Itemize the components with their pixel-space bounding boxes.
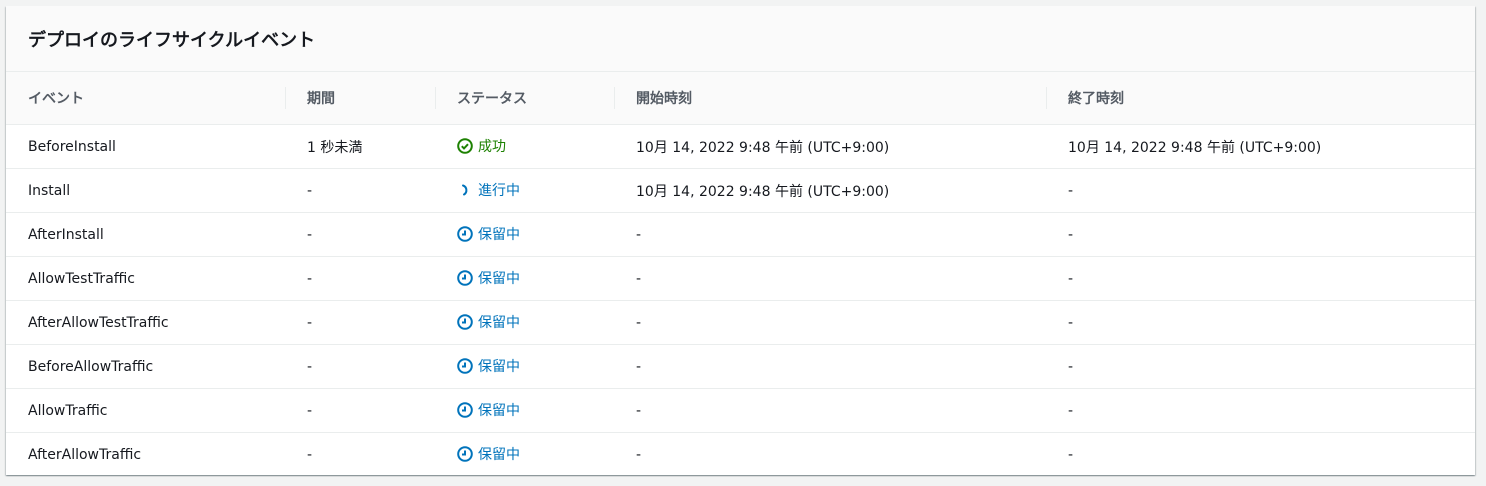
column-header-duration: 期間: [285, 72, 435, 125]
status-badge: 保留中: [457, 312, 520, 332]
status-cell: 進行中: [435, 168, 614, 213]
column-header-status: ステータス: [435, 72, 614, 125]
end-time: 10月 14, 2022 9:48 午前 (UTC+9:00): [1046, 124, 1475, 169]
end-time: -: [1046, 300, 1475, 345]
event-name: Install: [6, 168, 285, 213]
column-header-end-time: 終了時刻: [1046, 72, 1475, 125]
clock-icon: [457, 313, 473, 330]
event-name: AfterAllowTestTraffic: [6, 300, 285, 345]
end-time: -: [1046, 212, 1475, 257]
status-label: 成功: [478, 138, 506, 155]
status-label: 保留中: [478, 226, 520, 243]
check-circle-icon: [457, 137, 473, 154]
start-time: -: [614, 388, 1046, 433]
column-header-start-time: 開始時刻: [614, 72, 1046, 125]
status-badge: 保留中: [457, 224, 520, 244]
status-label: 保留中: [478, 314, 520, 331]
status-cell: 保留中: [435, 300, 614, 345]
event-name: BeforeAllowTraffic: [6, 344, 285, 389]
event-name: AllowTestTraffic: [6, 256, 285, 301]
duration: 1 秒未満: [285, 124, 435, 169]
clock-icon: [457, 445, 473, 462]
status-badge: 進行中: [457, 180, 520, 200]
start-time: -: [614, 300, 1046, 345]
lifecycle-events-panel: デプロイのライフサイクルイベント イベント 期間 ステータス 開始時刻 終了時刻…: [6, 6, 1475, 475]
status-badge: 保留中: [457, 268, 520, 288]
end-time: -: [1046, 256, 1475, 301]
clock-icon: [457, 357, 473, 374]
start-time: 10月 14, 2022 9:48 午前 (UTC+9:00): [614, 168, 1046, 213]
status-badge: 保留中: [457, 356, 520, 376]
status-cell: 保留中: [435, 344, 614, 389]
table-row: Install - 進行中 10月 14, 2022 9:48 午前 (UTC+9:0…: [6, 168, 1475, 213]
start-time: -: [614, 212, 1046, 257]
status-cell: 成功: [435, 124, 614, 169]
start-time: -: [614, 256, 1046, 301]
start-time: 10月 14, 2022 9:48 午前 (UTC+9:00): [614, 124, 1046, 169]
status-badge: 保留中: [457, 444, 520, 464]
duration: -: [285, 168, 435, 213]
table-row: AfterInstall - 保留中 - -: [6, 212, 1475, 257]
event-name: AllowTraffic: [6, 388, 285, 433]
end-time: -: [1046, 168, 1475, 213]
table-row: AllowTestTraffic - 保留中 - -: [6, 256, 1475, 301]
status-cell: 保留中: [435, 433, 614, 477]
lifecycle-events-table: イベント 期間 ステータス 開始時刻 終了時刻 BeforeInstall 1 秒…: [6, 72, 1475, 476]
duration: -: [285, 388, 435, 433]
status-cell: 保留中: [435, 212, 614, 257]
end-time: -: [1046, 388, 1475, 433]
end-time: -: [1046, 344, 1475, 389]
status-label: 保留中: [478, 270, 520, 287]
clock-icon: [457, 269, 473, 286]
status-cell: 保留中: [435, 256, 614, 301]
end-time: -: [1068, 446, 1074, 463]
table-row: AfterAllowTraffic - 保留中 - -: [6, 433, 1475, 477]
status-badge: 保留中: [457, 400, 520, 420]
panel-title: デプロイのライフサイクルイベント: [28, 29, 316, 51]
status-label: 保留中: [478, 402, 520, 419]
event-name: AfterInstall: [6, 212, 285, 257]
clock-icon: [457, 401, 473, 418]
table-row: BeforeAllowTraffic - 保留中 - -: [6, 344, 1475, 389]
duration: -: [285, 344, 435, 389]
status-label: 保留中: [478, 358, 520, 375]
table-header-row: イベント 期間 ステータス 開始時刻 終了時刻: [6, 72, 1475, 125]
duration: -: [285, 212, 435, 257]
clock-icon: [457, 225, 473, 242]
duration: -: [307, 446, 313, 463]
event-name: BeforeInstall: [6, 124, 285, 169]
table-row: BeforeInstall 1 秒未満 成功 10月 14, 2022 9:48 午前…: [6, 124, 1475, 169]
status-label: 進行中: [478, 182, 520, 199]
start-time: -: [636, 446, 642, 463]
status-badge: 成功: [457, 136, 506, 156]
panel-header: デプロイのライフサイクルイベント: [6, 6, 1475, 72]
column-header-event: イベント: [6, 72, 285, 125]
table-row: AllowTraffic - 保留中 - -: [6, 388, 1475, 433]
event-name: AfterAllowTraffic: [28, 446, 142, 463]
spinner-icon: [457, 182, 473, 198]
status-label: 保留中: [478, 446, 520, 463]
duration: -: [285, 300, 435, 345]
duration: -: [285, 256, 435, 301]
status-cell: 保留中: [435, 388, 614, 433]
start-time: -: [614, 344, 1046, 389]
table-row: AfterAllowTestTraffic - 保留中 - -: [6, 300, 1475, 345]
